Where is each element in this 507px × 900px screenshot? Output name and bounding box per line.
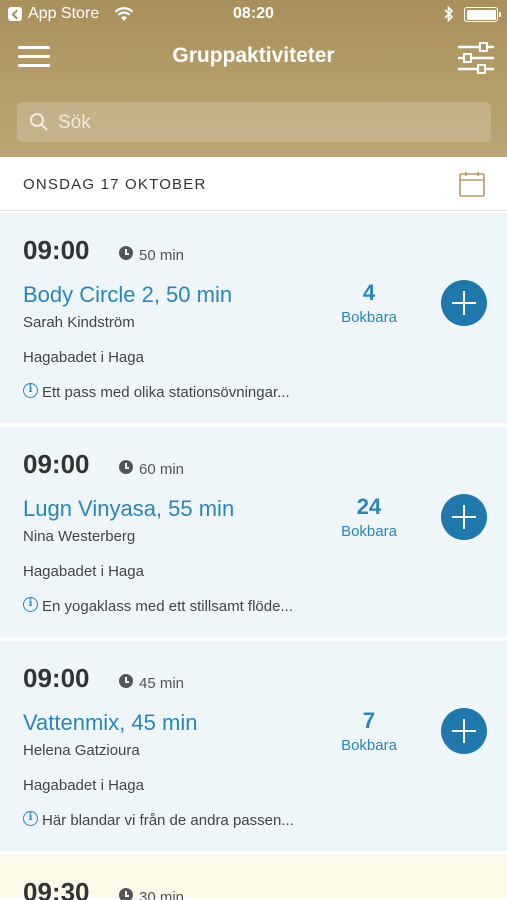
- activity-name[interactable]: Lugn Vinyasa, 55 min: [23, 496, 234, 522]
- activity-name[interactable]: Body Circle 2, 50 min: [23, 282, 232, 308]
- activity-duration: 45 min: [139, 675, 185, 692]
- bluetooth-icon: [444, 5, 454, 23]
- available-spots-count: 4: [362, 280, 376, 305]
- add-booking-button[interactable]: [441, 708, 487, 754]
- activity-card[interactable]: 09:00 45 min Vattenmix, 45 min Helena Ga…: [0, 641, 507, 853]
- available-spots-label: Bokbara: [341, 309, 397, 326]
- app-header: App Store 08:20 Gruppaktiviteter Sök: [0, 0, 507, 157]
- date-label: ONSDAG 17 OKTOBER: [23, 176, 207, 193]
- available-spots-count: 24: [356, 494, 382, 519]
- activity-location: Hagabadet i Haga: [23, 563, 144, 580]
- activity-time: 09:00: [23, 663, 90, 693]
- activity-description[interactable]: Ett pass med olika stationsövningar...: [42, 384, 290, 401]
- info-icon: i: [23, 811, 38, 826]
- clock-icon: [119, 460, 133, 474]
- activity-duration: 50 min: [139, 247, 185, 264]
- add-booking-button[interactable]: [441, 280, 487, 326]
- info-icon: i: [23, 383, 38, 398]
- search-icon: [30, 113, 48, 131]
- activity-duration: 60 min: [139, 461, 185, 478]
- activity-name[interactable]: Vattenmix, 45 min: [23, 710, 197, 736]
- page-title: Gruppaktiviteter: [172, 44, 335, 67]
- sliders-filter-icon[interactable]: [457, 42, 495, 74]
- available-spots-label: Bokbara: [341, 737, 397, 754]
- activity-location: Hagabadet i Haga: [23, 777, 144, 794]
- info-icon: i: [23, 597, 38, 612]
- available-spots-label: Bokbara: [341, 523, 397, 540]
- activity-description[interactable]: Här blandar vi från de andra passen...: [42, 812, 294, 829]
- available-spots-count: 7: [362, 708, 376, 733]
- activity-time: 09:00: [23, 449, 90, 479]
- add-booking-button[interactable]: [441, 494, 487, 540]
- date-bar: ONSDAG 17 OKTOBER: [0, 157, 507, 211]
- activity-location: Hagabadet i Haga: [23, 349, 144, 366]
- status-time: 08:20: [233, 5, 274, 22]
- activity-instructor: Helena Gatzioura: [23, 742, 140, 759]
- clock-icon: [119, 246, 133, 260]
- activity-description[interactable]: En yogaklass med ett stillsamt flöde...: [42, 598, 293, 615]
- status-bar: App Store 08:20: [0, 0, 507, 30]
- activity-card[interactable]: 09:30 30 min: [0, 855, 507, 900]
- clock-icon: [119, 674, 133, 688]
- activity-duration: 30 min: [139, 889, 185, 900]
- search-placeholder: Sök: [58, 112, 91, 133]
- clock-icon: [119, 888, 133, 900]
- activity-instructor: Sarah Kindström: [23, 314, 135, 331]
- activity-card[interactable]: 09:00 50 min Body Circle 2, 50 min Sarah…: [0, 213, 507, 425]
- activity-time: 09:30: [23, 877, 90, 900]
- activity-card[interactable]: 09:00 60 min Lugn Vinyasa, 55 min Nina W…: [0, 427, 507, 639]
- battery-icon: [464, 7, 501, 22]
- calendar-icon[interactable]: [459, 171, 485, 197]
- search-field[interactable]: Sök: [17, 102, 491, 142]
- activity-time: 09:00: [23, 235, 90, 265]
- activity-instructor: Nina Westerberg: [23, 528, 136, 545]
